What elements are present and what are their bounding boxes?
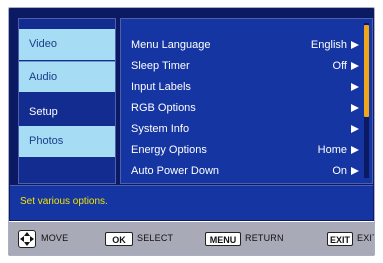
row-input-labels[interactable]: Input Labels <box>121 77 361 97</box>
scrollbar[interactable] <box>364 23 369 178</box>
row-label: Auto Power Down <box>131 165 220 177</box>
sidebar-item-photos[interactable]: Photos <box>19 126 115 157</box>
footer-bar: MOVE OK SELECT MENU RETURN EXIT EXIT <box>9 221 374 255</box>
row-label: Sleep Timer <box>131 60 190 72</box>
exit-key[interactable]: EXIT <box>327 232 353 246</box>
row-menu-language[interactable]: Menu Language English <box>121 35 361 55</box>
move-label: MOVE <box>41 233 69 243</box>
ok-key[interactable]: OK <box>105 232 133 246</box>
right-triangle-icon <box>351 104 359 112</box>
select-label: SELECT <box>137 233 174 243</box>
menu-key[interactable]: MENU <box>205 232 241 246</box>
osd-menu: Video Audio Setup Photos Menu Language E… <box>8 7 375 256</box>
settings-list: Menu Language English Sleep Timer Off In… <box>120 18 373 184</box>
row-label: RGB Options <box>131 102 196 114</box>
row-rgb-options[interactable]: RGB Options <box>121 98 361 118</box>
row-value: English <box>310 39 347 51</box>
row-label: System Info <box>131 123 190 135</box>
scrollbar-thumb[interactable] <box>364 25 369 117</box>
help-text: Set various options. <box>20 196 108 207</box>
right-triangle-icon <box>351 146 359 154</box>
sidebar-item-setup[interactable]: Setup <box>19 97 115 128</box>
right-triangle-icon <box>351 125 359 133</box>
row-label: Energy Options <box>131 144 207 156</box>
return-label: RETURN <box>245 233 284 243</box>
right-triangle-icon <box>351 62 359 70</box>
row-energy-options[interactable]: Energy Options Home <box>121 140 361 160</box>
sidebar-item-audio[interactable]: Audio <box>19 61 115 92</box>
right-triangle-icon <box>351 41 359 49</box>
row-value: On <box>332 165 347 177</box>
row-sleep-timer[interactable]: Sleep Timer Off <box>121 56 361 76</box>
dpad-icon <box>18 230 36 248</box>
row-system-info[interactable]: System Info <box>121 119 361 139</box>
row-value: Home <box>317 144 347 156</box>
sidebar: Video Audio Setup Photos <box>18 18 116 184</box>
exit-label: EXIT <box>357 233 374 243</box>
row-auto-power-down[interactable]: Auto Power Down On <box>121 161 361 181</box>
row-value: Off <box>332 60 347 72</box>
row-label: Menu Language <box>131 39 211 51</box>
right-triangle-icon <box>351 83 359 91</box>
right-triangle-icon <box>351 167 359 175</box>
row-label: Input Labels <box>131 81 191 93</box>
help-bar: Set various options. <box>10 185 373 220</box>
sidebar-item-video[interactable]: Video <box>19 29 115 60</box>
